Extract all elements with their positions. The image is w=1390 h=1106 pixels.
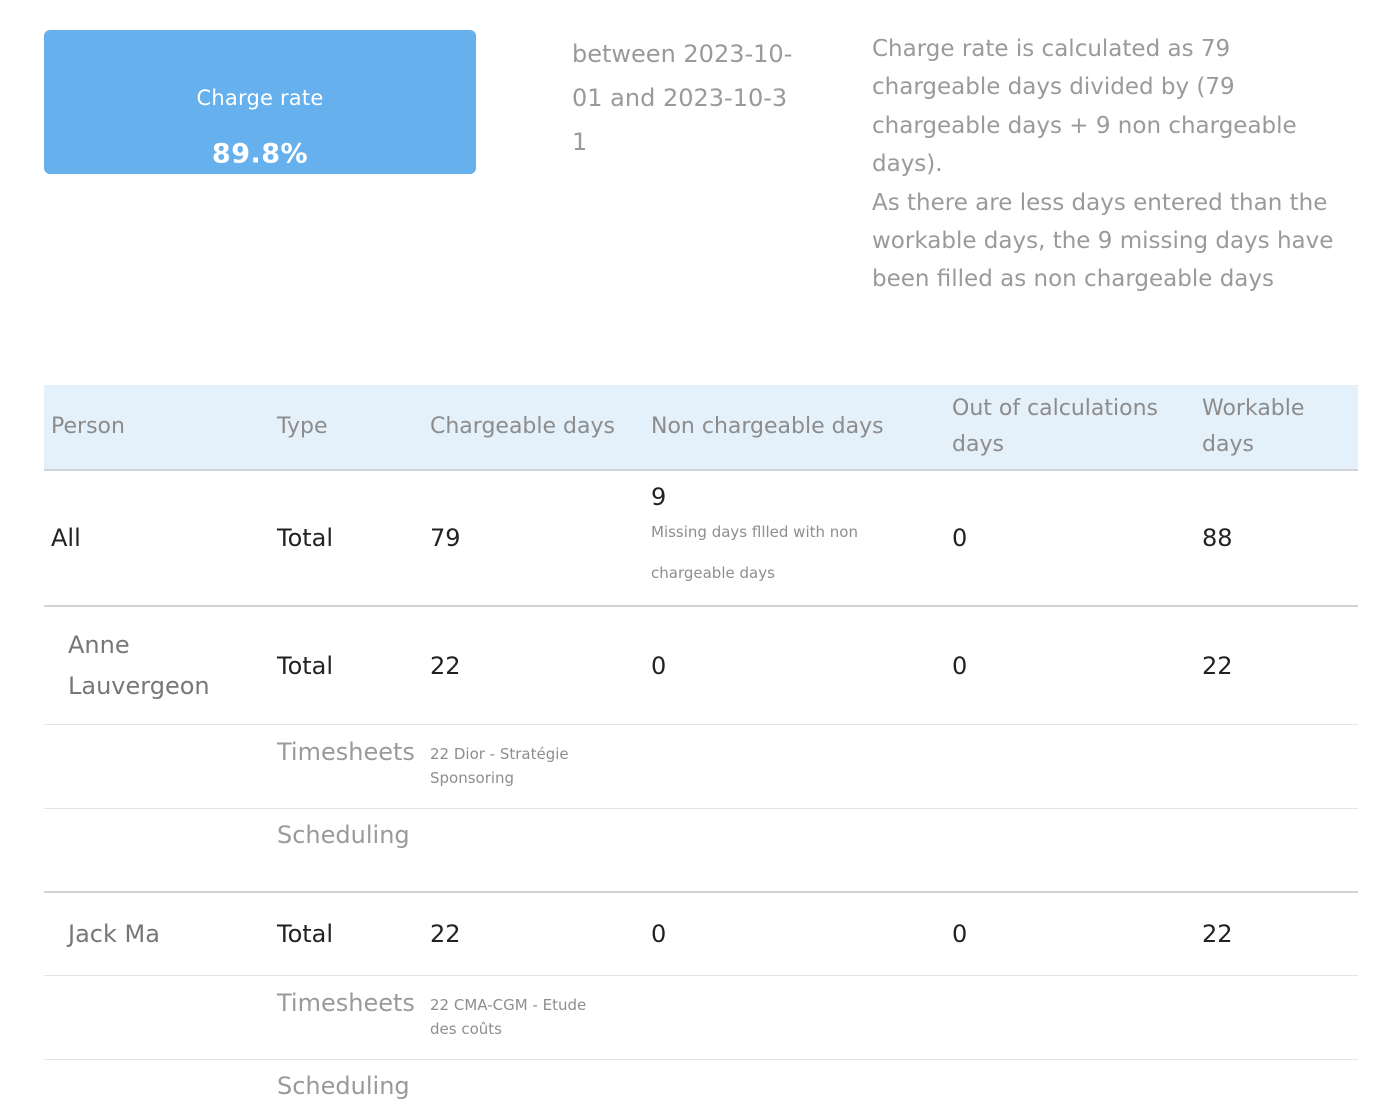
workable-cell: 22 bbox=[1202, 651, 1233, 680]
timesheet-detail: 22 Dior - Stratégie Sponsoring bbox=[430, 745, 569, 787]
non-chargeable-cell: 9 Missing days fllled with non chargeabl… bbox=[644, 482, 945, 594]
explanation-text: Charge rate is calculated as 79 chargeab… bbox=[872, 36, 1297, 178]
out-of-calculations-cell: 0 bbox=[952, 651, 968, 680]
table-row: Timesheets 22 CMA-CGM - Etude des coûts bbox=[44, 976, 1358, 1060]
table-header: Person Type Chargeable days Non chargeab… bbox=[44, 385, 1358, 471]
chargeable-cell: 79 bbox=[430, 524, 461, 552]
missing-days-note: Missing days fllled with non chargeable … bbox=[651, 523, 858, 582]
header-person: Person bbox=[51, 414, 125, 439]
calculation-explanation: Charge rate is calculated as 79 chargeab… bbox=[872, 30, 1362, 299]
chargeable-cell: 22 bbox=[430, 651, 461, 680]
out-of-calculations-cell: 0 bbox=[952, 920, 968, 948]
header-non-chargeable: Non chargeable days bbox=[651, 414, 884, 439]
type-cell: Total bbox=[277, 651, 334, 680]
header-out-of-calculations: Out of calculations days bbox=[952, 396, 1159, 457]
person-cell: Anne Lauvergeon bbox=[68, 630, 210, 700]
table-row: Scheduling bbox=[44, 809, 1358, 893]
timesheet-detail: 22 CMA-CGM - Etude des coûts bbox=[430, 996, 587, 1038]
non-chargeable-cell: 0 bbox=[651, 920, 667, 948]
charge-rate-label: Charge rate bbox=[196, 86, 324, 110]
type-cell: Timesheets bbox=[277, 738, 415, 766]
type-cell: Total bbox=[277, 524, 334, 552]
non-chargeable-value: 9 bbox=[651, 483, 667, 511]
header-type: Type bbox=[277, 414, 328, 439]
header-chargeable: Chargeable days bbox=[430, 414, 615, 439]
table-row: Scheduling bbox=[44, 1060, 1358, 1106]
charge-rate-value: 89.8% bbox=[211, 138, 309, 170]
out-of-calculations-cell: 0 bbox=[952, 524, 968, 552]
non-chargeable-cell: 0 bbox=[651, 651, 667, 680]
period-text: between 2023-10-01 and 2023-10-31 bbox=[572, 40, 793, 156]
type-cell: Scheduling bbox=[277, 1072, 410, 1100]
person-cell: All bbox=[51, 524, 81, 552]
chargeable-cell: 22 bbox=[430, 920, 461, 948]
type-cell: Scheduling bbox=[277, 821, 410, 849]
workable-cell: 88 bbox=[1202, 524, 1233, 552]
table-row-all: All Total 79 9 Missing days fllled with … bbox=[44, 471, 1358, 607]
table-row: Jack Ma Total 22 0 0 22 bbox=[44, 893, 1358, 976]
charge-rate-card: Charge rate 89.8% bbox=[44, 30, 476, 174]
header-workable: Workable days bbox=[1202, 396, 1305, 457]
type-cell: Total bbox=[277, 920, 334, 948]
type-cell: Timesheets bbox=[277, 989, 415, 1017]
table-row: Anne Lauvergeon Total 22 0 0 22 bbox=[44, 607, 1358, 725]
charge-rate-page: Charge rate 89.8% between 2023-10-01 and… bbox=[0, 0, 1390, 1106]
charge-rate-table: Person Type Chargeable days Non chargeab… bbox=[44, 385, 1358, 1106]
person-cell: Jack Ma bbox=[68, 919, 160, 948]
explanation-note: As there are less days entered than the … bbox=[872, 189, 1334, 293]
table-row: Timesheets 22 Dior - Stratégie Sponsorin… bbox=[44, 725, 1358, 809]
workable-cell: 22 bbox=[1202, 920, 1233, 948]
